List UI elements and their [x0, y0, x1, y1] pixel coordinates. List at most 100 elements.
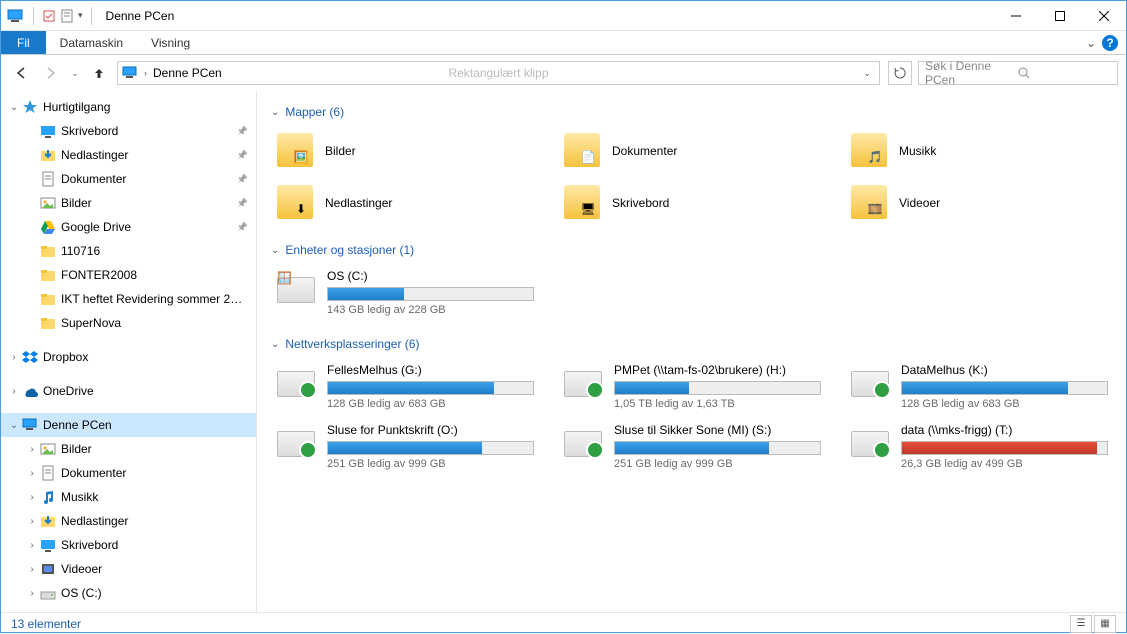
- folder-icon: 🖼️: [275, 131, 315, 171]
- chevron-right-icon[interactable]: ›: [25, 540, 39, 551]
- chevron-down-icon[interactable]: ⌄: [7, 420, 21, 431]
- nav-tree[interactable]: ⌄HurtigtilgangSkrivebord📌Nedlastinger📌Do…: [1, 91, 257, 612]
- chevron-right-icon[interactable]: ›: [25, 444, 39, 455]
- nav-item-label: Google Drive: [61, 220, 237, 234]
- forward-button[interactable]: [39, 61, 63, 85]
- folder-label: Nedlastinger: [325, 196, 392, 210]
- drive-item[interactable]: Sluse for Punktskrift (O:) 251 GB ledig …: [271, 419, 538, 475]
- drive-free-space: 251 GB ledig av 999 GB: [327, 458, 534, 470]
- folder-item[interactable]: 🎞️Videoer: [845, 179, 1112, 227]
- minimize-button[interactable]: [994, 1, 1038, 31]
- recent-dropdown[interactable]: ⌄: [69, 61, 81, 85]
- help-icon[interactable]: ?: [1102, 35, 1118, 51]
- drive-item[interactable]: FellesMelhus (G:) 128 GB ledig av 683 GB: [271, 359, 538, 415]
- maximize-button[interactable]: [1038, 1, 1082, 31]
- chevron-down-icon[interactable]: ⌄: [7, 102, 21, 113]
- drive-capacity-bar: [901, 381, 1108, 395]
- folder-icon: [39, 290, 57, 308]
- chevron-right-icon[interactable]: ›: [7, 386, 21, 397]
- network-drive-icon: [562, 423, 604, 459]
- pic-icon: [39, 440, 57, 458]
- nav-item[interactable]: Google Drive📌: [1, 215, 256, 239]
- chevron-right-icon[interactable]: ›: [25, 588, 39, 599]
- tab-file[interactable]: Fil: [1, 31, 46, 54]
- folder-item[interactable]: 📄Dokumenter: [558, 127, 825, 175]
- folder-icon: [39, 266, 57, 284]
- nav-item[interactable]: IKT heftet Revidering sommer 2016: [1, 287, 256, 311]
- folder-item[interactable]: 🖼️ Bilder: [271, 127, 538, 175]
- nav-item[interactable]: ›OneDrive: [1, 379, 256, 403]
- drive-item[interactable]: data (\\mks-frigg) (T:) 26,3 GB ledig av…: [845, 419, 1112, 475]
- folder-item[interactable]: 🎵Musikk: [845, 127, 1112, 175]
- address-bar[interactable]: › Denne PCen Rektangulært klipp ⌄: [117, 61, 880, 85]
- nav-item[interactable]: Bilder📌: [1, 191, 256, 215]
- drive-item[interactable]: 🪟 OS (C:) 143 GB ledig av 228 GB: [271, 265, 538, 321]
- folder-item[interactable]: ⬇ Nedlastinger: [271, 179, 538, 227]
- drive-item[interactable]: DataMelhus (K:) 128 GB ledig av 683 GB: [845, 359, 1112, 415]
- chevron-right-icon[interactable]: ›: [25, 564, 39, 575]
- nav-item[interactable]: ⌄Denne PCen: [1, 413, 256, 437]
- nav-item-label: Videoer: [61, 562, 248, 576]
- nav-item[interactable]: ›Dropbox: [1, 345, 256, 369]
- chevron-right-icon[interactable]: ›: [7, 352, 21, 363]
- up-button[interactable]: [87, 61, 111, 85]
- nav-item[interactable]: FONTER2008: [1, 263, 256, 287]
- nav-item[interactable]: 110716: [1, 239, 256, 263]
- folder-label: Dokumenter: [612, 144, 677, 158]
- new-folder-icon[interactable]: [60, 9, 74, 23]
- window-title: Denne PCen: [96, 9, 994, 23]
- group-folders[interactable]: ⌄Mapper (6): [271, 105, 1112, 119]
- chevron-right-icon[interactable]: ›: [25, 516, 39, 527]
- nav-item-label: Skrivebord: [61, 538, 248, 552]
- group-devices[interactable]: ⌄Enheter og stasjoner (1): [271, 243, 1112, 257]
- gdrive-icon: [39, 218, 57, 236]
- nav-item[interactable]: › Dokumenter: [1, 461, 256, 485]
- qat-dropdown-icon[interactable]: ▾: [78, 10, 83, 21]
- address-dropdown-icon[interactable]: ⌄: [859, 68, 875, 79]
- network-drive-icon: [849, 363, 891, 399]
- drive-item[interactable]: Sluse til Sikker Sone (MI) (S:) 251 GB l…: [558, 419, 825, 475]
- folder-item[interactable]: 🖥Skrivebord: [558, 179, 825, 227]
- nav-item[interactable]: ›Musikk: [1, 485, 256, 509]
- ribbon-collapse-icon[interactable]: ⌄: [1086, 36, 1096, 50]
- drive-capacity-bar: [327, 381, 534, 395]
- nav-item[interactable]: Dokumenter📌: [1, 167, 256, 191]
- search-placeholder: Søk i Denne PCen: [925, 59, 1018, 87]
- close-button[interactable]: [1082, 1, 1126, 31]
- drive-free-space: 26,3 GB ledig av 499 GB: [901, 458, 1108, 470]
- drive-capacity-bar: [327, 441, 534, 455]
- doc-icon: [39, 170, 57, 188]
- nav-item-label: IKT heftet Revidering sommer 2016: [61, 292, 248, 306]
- nav-item[interactable]: › Videoer: [1, 557, 256, 581]
- breadcrumb[interactable]: Denne PCen: [153, 66, 222, 80]
- group-network[interactable]: ⌄Nettverksplasseringer (6): [271, 337, 1112, 351]
- nav-item[interactable]: ›OS (C:): [1, 581, 256, 605]
- details-view-button[interactable]: ☰: [1070, 615, 1092, 633]
- content-pane: ⌄Mapper (6) 🖼️ Bilder 📄Dokumenter 🎵Musikk ⬇ N…: [257, 91, 1126, 612]
- titlebar: ▾ Denne PCen: [1, 1, 1126, 31]
- nav-item[interactable]: › Skrivebord: [1, 533, 256, 557]
- tab-datamaskin[interactable]: Datamaskin: [46, 31, 137, 54]
- icons-view-button[interactable]: ▦: [1094, 615, 1116, 633]
- onedrive-icon: [21, 382, 39, 400]
- refresh-button[interactable]: [888, 61, 912, 85]
- tab-visning[interactable]: Visning: [137, 31, 204, 54]
- chevron-right-icon[interactable]: ›: [25, 468, 39, 479]
- nav-item-label: Dokumenter: [61, 172, 237, 186]
- folder-label: Bilder: [325, 144, 356, 158]
- nav-item[interactable]: ›Nedlastinger: [1, 509, 256, 533]
- nav-item[interactable]: SuperNova: [1, 311, 256, 335]
- nav-item[interactable]: Skrivebord📌: [1, 119, 256, 143]
- video-icon: [39, 560, 57, 578]
- nav-item[interactable]: ⌄Hurtigtilgang: [1, 95, 256, 119]
- nav-item[interactable]: ›Bilder: [1, 437, 256, 461]
- folder-icon: ⬇: [275, 183, 315, 223]
- chevron-right-icon[interactable]: ›: [25, 492, 39, 503]
- search-input[interactable]: Søk i Denne PCen: [918, 61, 1118, 85]
- pin-icon: 📌: [237, 150, 248, 161]
- nav-item-label: Dokumenter: [61, 466, 248, 480]
- nav-item[interactable]: Nedlastinger📌: [1, 143, 256, 167]
- properties-icon[interactable]: [42, 9, 56, 23]
- drive-item[interactable]: PMPet (\\tam-fs-02\brukere) (H:) 1,05 TB…: [558, 359, 825, 415]
- back-button[interactable]: [9, 61, 33, 85]
